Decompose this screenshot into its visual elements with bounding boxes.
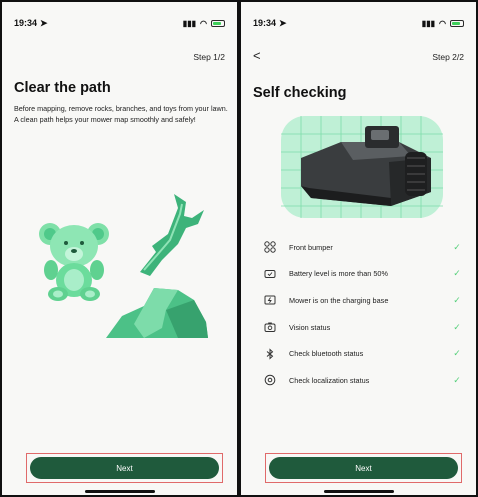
check-item-vision: Vision status ✓ bbox=[263, 314, 462, 341]
location-icon bbox=[263, 373, 277, 387]
status-bar: 19:34 ➤ ▮▮▮ ◠ bbox=[253, 16, 464, 30]
camera-icon bbox=[263, 320, 277, 334]
time-text: 19:34 bbox=[253, 18, 277, 28]
check-mark-icon: ✓ bbox=[453, 241, 461, 252]
mower-illustration bbox=[281, 116, 443, 218]
status-icons: ▮▮▮ ◠ bbox=[183, 19, 225, 28]
bumper-icon bbox=[263, 240, 277, 254]
home-indicator bbox=[323, 490, 394, 493]
check-item-front-bumper: Front bumper ✓ bbox=[263, 234, 462, 261]
next-button-frame: Next bbox=[26, 453, 223, 483]
location-arrow-icon: ➤ bbox=[279, 17, 287, 28]
status-bar: 19:34 ➤ ▮▮▮ ◠ bbox=[14, 16, 225, 30]
bluetooth-icon bbox=[263, 347, 277, 361]
next-button[interactable]: Next bbox=[30, 457, 219, 479]
screen-step-2: 19:34 ➤ ▮▮▮ ◠ < Step 2/2 Self checking F… bbox=[239, 0, 478, 497]
page-title: Self checking bbox=[253, 85, 347, 101]
charging-icon bbox=[263, 293, 277, 307]
signal-icon: ▮▮▮ bbox=[421, 18, 436, 28]
check-item-battery: Battery level is more than 50% ✓ bbox=[263, 261, 462, 288]
check-mark-icon: ✓ bbox=[453, 294, 461, 305]
check-mark-icon: ✓ bbox=[453, 374, 461, 385]
check-label: Front bumper bbox=[289, 242, 333, 252]
time-text: 19:34 bbox=[14, 18, 38, 28]
self-check-list: Front bumper ✓ Battery level is more tha… bbox=[263, 234, 462, 394]
check-item-charging-base: Mower is on the charging base ✓ bbox=[263, 287, 462, 314]
next-button[interactable]: Next bbox=[269, 457, 458, 479]
signal-icon: ▮▮▮ bbox=[182, 18, 197, 28]
wifi-icon: ◠ bbox=[200, 18, 207, 28]
check-label: Mower is on the charging base bbox=[289, 295, 389, 305]
status-time: 19:34 ➤ bbox=[14, 18, 48, 29]
status-icons: ▮▮▮ ◠ bbox=[422, 19, 464, 28]
step-indicator: Step 1/2 bbox=[193, 52, 225, 62]
next-button-frame: Next bbox=[265, 453, 462, 483]
status-time: 19:34 ➤ bbox=[253, 18, 287, 29]
battery-icon bbox=[263, 267, 277, 281]
home-indicator bbox=[84, 490, 155, 493]
screen-step-1: 19:34 ➤ ▮▮▮ ◠ Step 1/2 Clear the path Be… bbox=[0, 0, 239, 497]
page-title: Clear the path bbox=[14, 80, 111, 96]
check-label: Check bluetooth status bbox=[289, 349, 364, 359]
check-mark-icon: ✓ bbox=[453, 268, 461, 279]
check-label: Check localization status bbox=[289, 375, 370, 385]
wifi-icon: ◠ bbox=[439, 18, 446, 28]
check-item-localization: Check localization status ✓ bbox=[263, 367, 462, 394]
check-mark-icon: ✓ bbox=[453, 321, 461, 332]
back-button[interactable]: < bbox=[253, 48, 261, 63]
battery-status-icon bbox=[450, 19, 464, 27]
check-label: Battery level is more than 50% bbox=[289, 269, 388, 279]
check-item-bluetooth: Check bluetooth status ✓ bbox=[263, 340, 462, 367]
step-indicator: Step 2/2 bbox=[432, 52, 464, 62]
rock-illustration bbox=[106, 288, 208, 338]
battery-status-icon bbox=[211, 19, 225, 27]
check-label: Vision status bbox=[289, 322, 331, 332]
branch-illustration bbox=[140, 194, 204, 276]
page-description: Before mapping, remove rocks, branches, … bbox=[14, 104, 228, 124]
location-arrow-icon: ➤ bbox=[40, 17, 48, 28]
check-mark-icon: ✓ bbox=[453, 348, 461, 359]
